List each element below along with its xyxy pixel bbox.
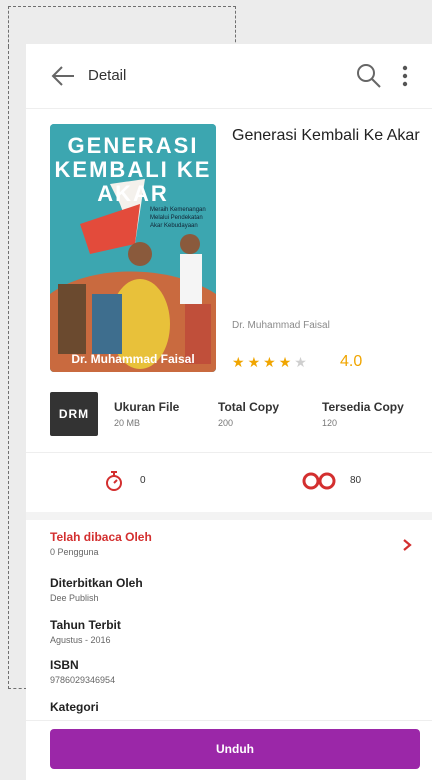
readers-count: 80 — [350, 475, 362, 486]
category-row: Kategori — [50, 700, 99, 714]
annotation-dashed-outline-left — [8, 46, 27, 689]
page-title: Detail — [88, 67, 127, 84]
info-value: Dee Publish — [50, 593, 99, 603]
rating-value: 4.0 — [340, 353, 363, 370]
back-arrow-icon[interactable] — [50, 64, 76, 88]
chevron-right-icon[interactable] — [402, 538, 412, 552]
book-title: Generasi Kembali Ke Akar — [232, 127, 420, 144]
divider — [26, 452, 432, 453]
info-value: 9786029346954 — [50, 675, 116, 685]
star-icon: ★ — [263, 354, 279, 370]
meta-label: Ukuran File — [114, 400, 180, 414]
rating-stars: ★★★★★ — [232, 354, 310, 371]
book-author: Dr. Muhammad Faisal — [232, 320, 330, 331]
section-divider — [26, 512, 432, 520]
search-icon[interactable] — [356, 63, 382, 89]
meta-label: Tersedia Copy — [322, 400, 404, 414]
info-value: Agustus - 2016 — [50, 635, 111, 645]
star-icon: ★ — [232, 354, 248, 370]
annotation-dashed-outline — [8, 6, 236, 47]
info-label: Telah dibaca Oleh — [50, 530, 152, 544]
info-label: Tahun Terbit — [50, 618, 121, 632]
star-icon: ★ — [278, 354, 295, 370]
meta-value: 200 — [218, 418, 234, 428]
download-button[interactable]: Unduh — [50, 729, 420, 769]
meta-value: 120 — [322, 418, 338, 428]
read-by-row[interactable]: Telah dibaca Oleh 0 Pengguna — [50, 530, 152, 557]
book-cover[interactable]: GENERASI KEMBALI KE AKAR Meraih Kemenang… — [50, 124, 216, 372]
meta-total-copy: Total Copy 200 — [218, 400, 279, 428]
app-bar: Detail — [26, 44, 432, 109]
meta-file-size: Ukuran File 20 MB — [114, 400, 179, 428]
meta-value: 20 MB — [114, 418, 141, 428]
meta-label: Total Copy — [218, 400, 280, 414]
more-vert-icon[interactable] — [398, 63, 412, 89]
published-year-row: Tahun Terbit Agustus - 2016 — [50, 618, 121, 645]
cover-subtitle: Meraih Kemenangan Melalui Pendekatan Aka… — [150, 207, 206, 229]
star-icon: ★ — [247, 354, 264, 370]
cover-title: GENERASI KEMBALI KE AKAR — [54, 133, 212, 206]
bottom-action-bar: Unduh — [26, 720, 432, 780]
meta-available-copy: Tersedia Copy 120 — [322, 400, 404, 428]
star-empty-icon: ★ — [294, 354, 310, 370]
info-label: Diterbitkan Oleh — [50, 576, 143, 590]
info-label: ISBN — [50, 658, 79, 672]
isbn-row: ISBN 9786029346954 — [50, 658, 115, 685]
info-label: Kategori — [50, 700, 99, 714]
publisher-row: Diterbitkan Oleh Dee Publish — [50, 576, 143, 603]
glasses-icon — [302, 472, 336, 490]
info-value: 0 Pengguna — [50, 547, 99, 557]
detail-screen: Detail GENERASI KEMBALI KE AKAR Meraih K… — [26, 44, 432, 780]
stopwatch-icon — [106, 471, 122, 491]
drm-badge: DRM — [50, 392, 98, 436]
cover-author: Dr. Muhammad Faisal — [71, 352, 195, 366]
timer-count: 0 — [140, 475, 146, 486]
